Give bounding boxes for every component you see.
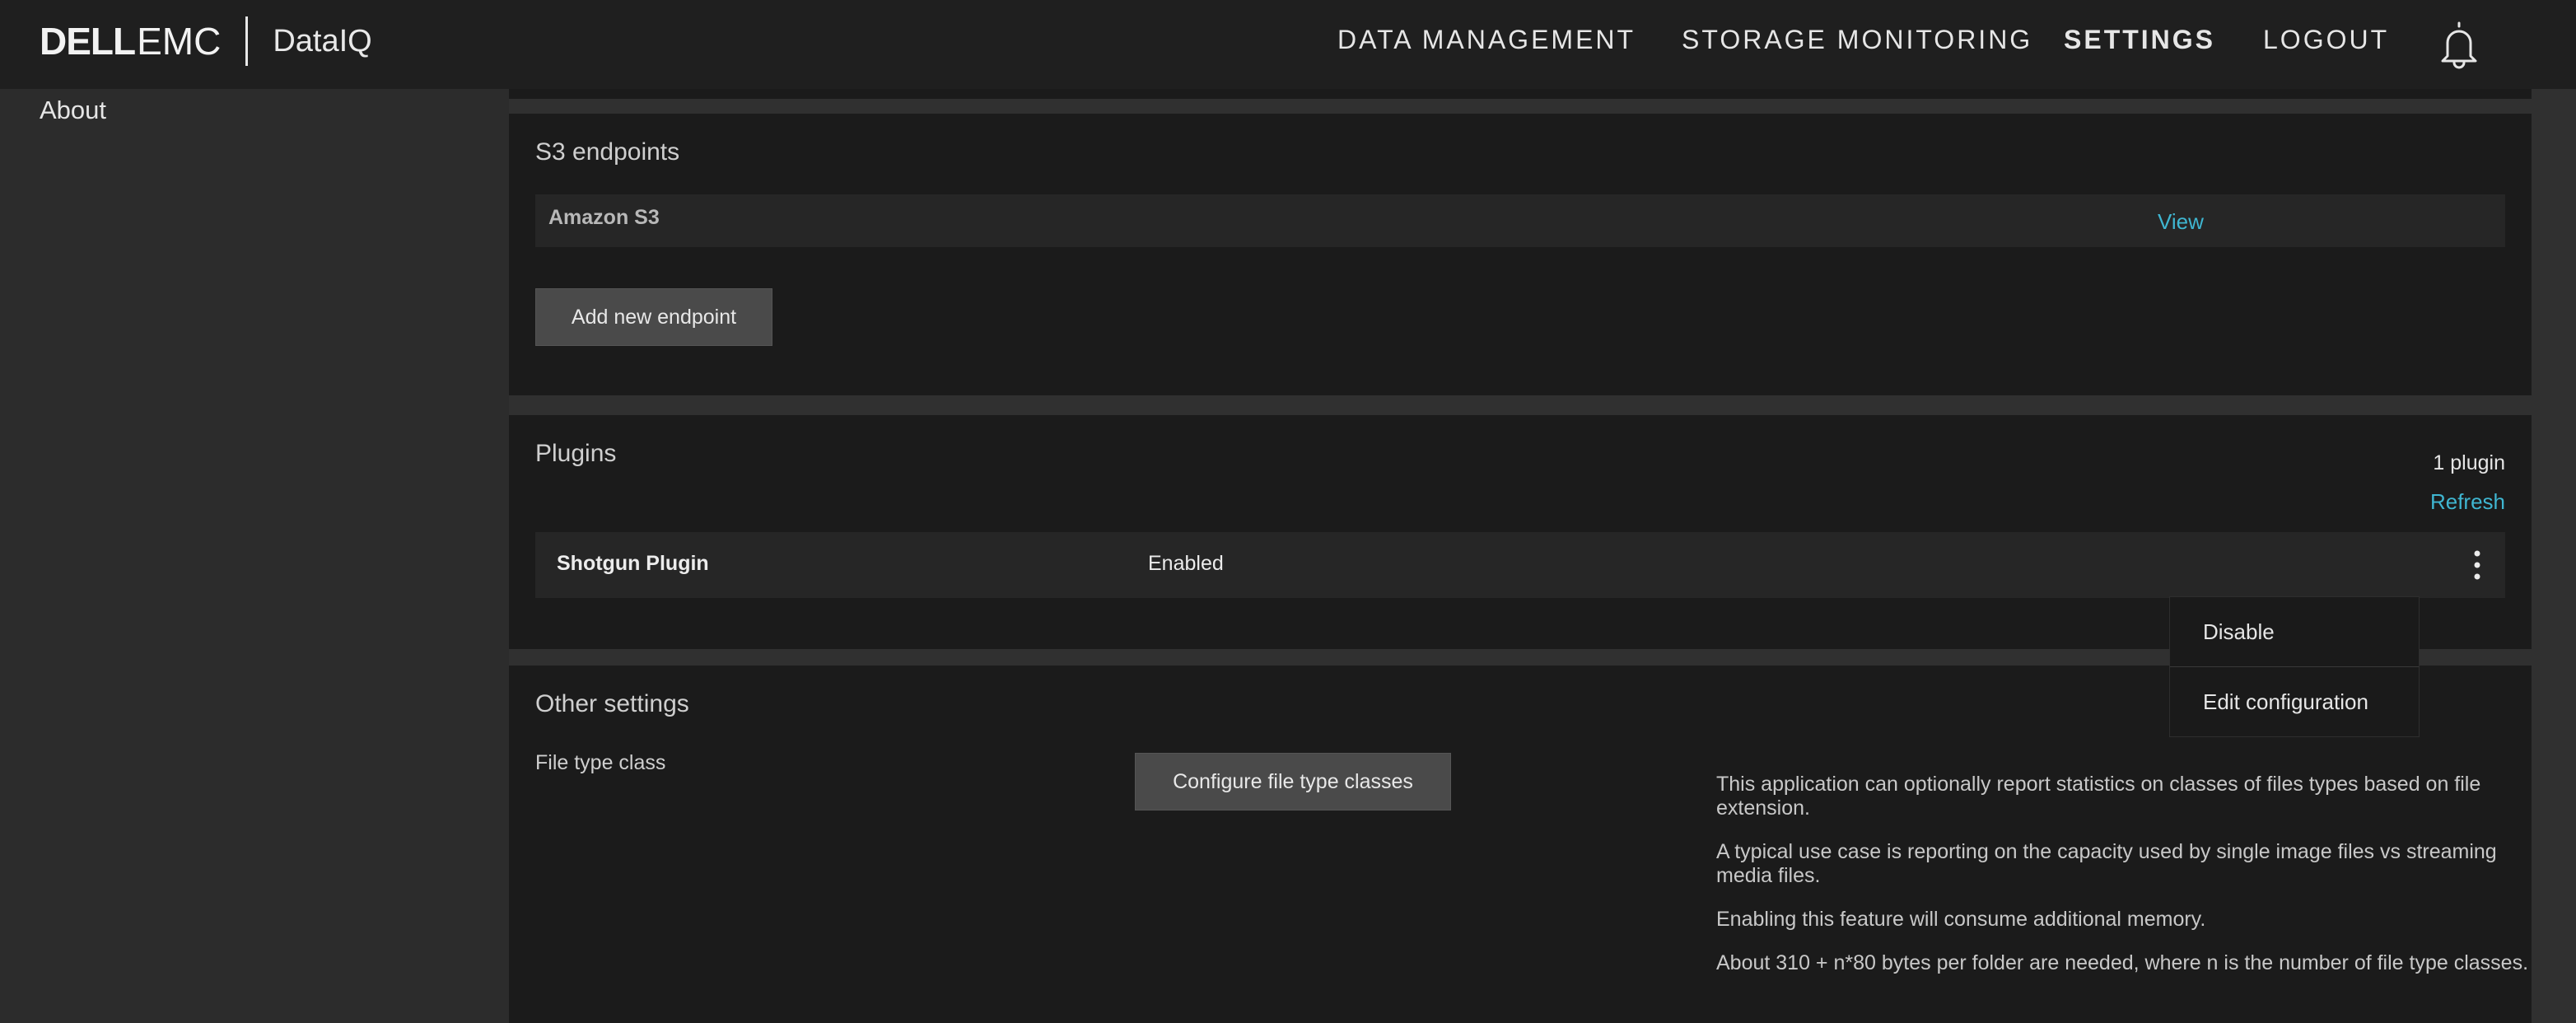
description-paragraph: Enabling this feature will consume addit… — [1716, 908, 2206, 931]
plugins-title: Plugins — [535, 440, 617, 467]
view-endpoint-link[interactable]: View — [2158, 209, 2204, 235]
description-paragraph: About 310 + n*80 bytes per folder are ne… — [1716, 951, 2529, 974]
previous-panel-edge — [509, 89, 2532, 99]
table-row: Amazon S3 View — [535, 194, 2505, 247]
nav-logout[interactable]: LOGOUT — [2263, 25, 2389, 63]
plugin-count: 1 plugin — [2433, 451, 2505, 474]
plugin-name: Shotgun Plugin — [557, 552, 709, 575]
menu-item-disable[interactable]: Disable — [2170, 597, 2419, 666]
configure-file-type-classes-button[interactable]: Configure file type classes — [1135, 753, 1451, 810]
description-paragraph: A typical use case is reporting on the c… — [1716, 840, 2497, 887]
other-settings-title: Other settings — [535, 690, 689, 717]
nav-data-management[interactable]: DATA MANAGEMENT — [1337, 25, 1636, 63]
nav-storage-monitoring[interactable]: STORAGE MONITORING — [1682, 25, 2032, 63]
file-type-description: This application can optionally report s… — [1716, 773, 2540, 995]
product-name: DataIQ — [273, 23, 372, 58]
brand-logo[interactable]: DELL EMC DataIQ — [40, 16, 372, 66]
more-options-icon[interactable] — [2469, 549, 2485, 582]
plugin-context-menu: Disable Edit configuration — [2169, 596, 2420, 737]
logo-divider — [245, 16, 249, 66]
logo-dell-text: DELL — [40, 20, 136, 63]
notification-bell-icon[interactable] — [2436, 20, 2482, 69]
description-paragraph: This application can optionally report s… — [1716, 773, 2481, 820]
add-endpoint-button[interactable]: Add new endpoint — [535, 288, 772, 346]
refresh-link[interactable]: Refresh — [2430, 489, 2505, 515]
menu-item-edit-configuration[interactable]: Edit configuration — [2170, 667, 2419, 736]
endpoint-name: Amazon S3 — [548, 206, 660, 229]
sidebar-item-about[interactable]: About — [40, 96, 106, 125]
s3-endpoints-panel: S3 endpoints Amazon S3 View Add new endp… — [509, 114, 2532, 395]
top-navigation-bar: DELL EMC DataIQ DATA MANAGEMENT STORAGE … — [0, 0, 2576, 89]
file-type-class-label: File type class — [535, 751, 666, 774]
logo-emc-text: EMC — [137, 20, 222, 63]
sidebar: About — [0, 89, 509, 1023]
table-row: Shotgun Plugin Enabled — [535, 532, 2505, 598]
nav-settings[interactable]: SETTINGS — [2064, 25, 2215, 63]
plugin-status: Enabled — [1148, 552, 1224, 575]
s3-endpoints-title: S3 endpoints — [535, 138, 680, 166]
